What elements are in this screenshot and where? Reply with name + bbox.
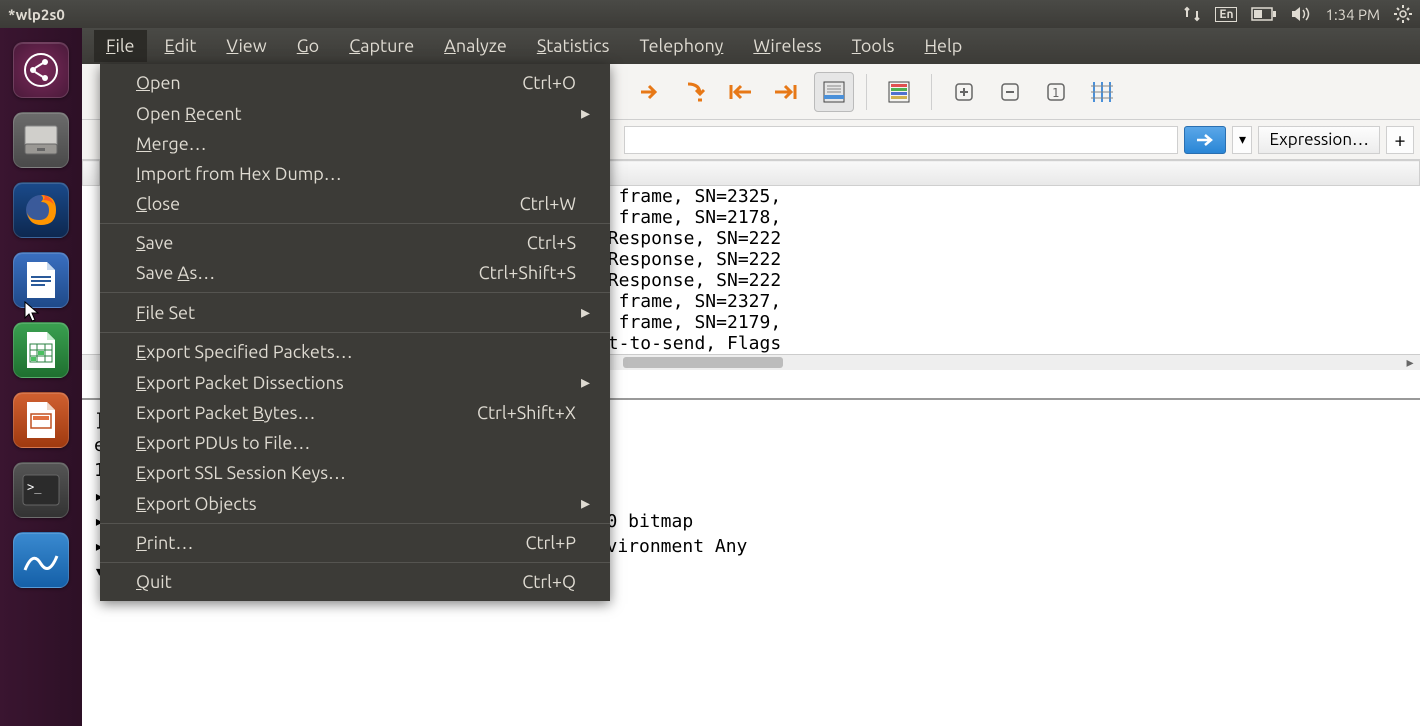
menu-view[interactable]: View [214, 30, 278, 62]
launcher-firefox[interactable] [13, 182, 69, 238]
launcher-impress[interactable] [13, 392, 69, 448]
display-filter-input[interactable] [624, 126, 1178, 154]
file-menu-item[interactable]: File Set▸ [100, 297, 610, 328]
unity-launcher: >_ [0, 28, 82, 726]
language-indicator[interactable]: En [1215, 7, 1237, 22]
menu-separator [100, 523, 610, 524]
menu-separator [100, 223, 610, 224]
launcher-files[interactable] [13, 112, 69, 168]
file-menu-item[interactable]: Import from Hex Dump… [100, 159, 610, 189]
app-menubar: File Edit View Go Capture Analyze Statis… [82, 28, 1420, 64]
file-menu-item[interactable]: Export Packet Bytes…Ctrl+Shift+X [100, 398, 610, 428]
launcher-writer[interactable] [13, 252, 69, 308]
zoom-reset-icon[interactable]: 1 [1036, 72, 1076, 112]
launcher-wireshark[interactable] [13, 532, 69, 588]
menu-help[interactable]: Help [913, 30, 975, 62]
file-menu-item[interactable]: Print…Ctrl+P [100, 528, 610, 558]
col-info[interactable]: Info [535, 161, 1420, 186]
system-top-bar: *wlp2s0 En 1:34 PM [0, 0, 1420, 28]
menu-statistics[interactable]: Statistics [525, 30, 622, 62]
svg-text:1: 1 [1052, 86, 1059, 100]
launcher-dash[interactable] [13, 42, 69, 98]
menu-go[interactable]: Go [285, 30, 331, 62]
apply-filter-button[interactable] [1184, 126, 1226, 154]
jump-to-icon[interactable] [674, 72, 714, 112]
file-menu-item[interactable]: Merge… [100, 129, 610, 159]
file-menu-dropdown: OpenCtrl+OOpen Recent▸Merge…Import from … [100, 64, 610, 601]
file-menu-item[interactable]: Export SSL Session Keys… [100, 458, 610, 488]
file-menu-item[interactable]: SaveCtrl+S [100, 228, 610, 258]
go-last-icon[interactable] [766, 72, 806, 112]
file-menu-item[interactable]: Export PDUs to File… [100, 428, 610, 458]
window-title: *wlp2s0 [8, 6, 1183, 23]
menu-file[interactable]: File [94, 30, 147, 62]
clock[interactable]: 1:34 PM [1325, 6, 1380, 23]
menu-wireless[interactable]: Wireless [741, 30, 833, 62]
menu-separator [100, 562, 610, 563]
go-forward-icon[interactable] [628, 72, 668, 112]
menu-edit[interactable]: Edit [153, 30, 209, 62]
file-menu-item[interactable]: OpenCtrl+O [100, 68, 610, 98]
colorize-icon[interactable] [879, 72, 919, 112]
menu-tools[interactable]: Tools [840, 30, 907, 62]
file-menu-item[interactable]: Export Specified Packets… [100, 337, 610, 367]
battery-icon[interactable] [1251, 7, 1277, 21]
volume-icon[interactable] [1291, 6, 1311, 22]
go-first-icon[interactable] [720, 72, 760, 112]
file-menu-item[interactable]: Export Packet Dissections▸ [100, 367, 610, 398]
network-icon[interactable] [1183, 5, 1201, 23]
svg-text:>_: >_ [27, 480, 42, 494]
launcher-calc[interactable] [13, 322, 69, 378]
file-menu-item[interactable]: Export Objects▸ [100, 488, 610, 519]
menu-analyze[interactable]: Analyze [432, 30, 519, 62]
launcher-terminal[interactable]: >_ [13, 462, 69, 518]
menu-separator [100, 332, 610, 333]
app-window: File Edit View Go Capture Analyze Statis… [82, 28, 1420, 726]
auto-scroll-icon[interactable] [814, 72, 854, 112]
file-menu-item[interactable]: Save As…Ctrl+Shift+S [100, 258, 610, 288]
menu-capture[interactable]: Capture [337, 30, 426, 62]
resize-columns-icon[interactable] [1082, 72, 1122, 112]
file-menu-item[interactable]: Open Recent▸ [100, 98, 610, 129]
file-menu-item[interactable]: CloseCtrl+W [100, 189, 610, 219]
expression-button[interactable]: Expression… [1258, 126, 1380, 154]
system-tray: En 1:34 PM [1183, 5, 1412, 23]
file-menu-item[interactable]: QuitCtrl+Q [100, 567, 610, 597]
add-filter-button[interactable]: + [1386, 126, 1414, 154]
settings-gear-icon[interactable] [1394, 5, 1412, 23]
filter-history-dropdown[interactable]: ▾ [1232, 126, 1252, 154]
zoom-out-icon[interactable] [990, 72, 1030, 112]
menu-separator [100, 292, 610, 293]
zoom-in-icon[interactable] [944, 72, 984, 112]
menu-telephony[interactable]: Telephony [627, 30, 735, 62]
